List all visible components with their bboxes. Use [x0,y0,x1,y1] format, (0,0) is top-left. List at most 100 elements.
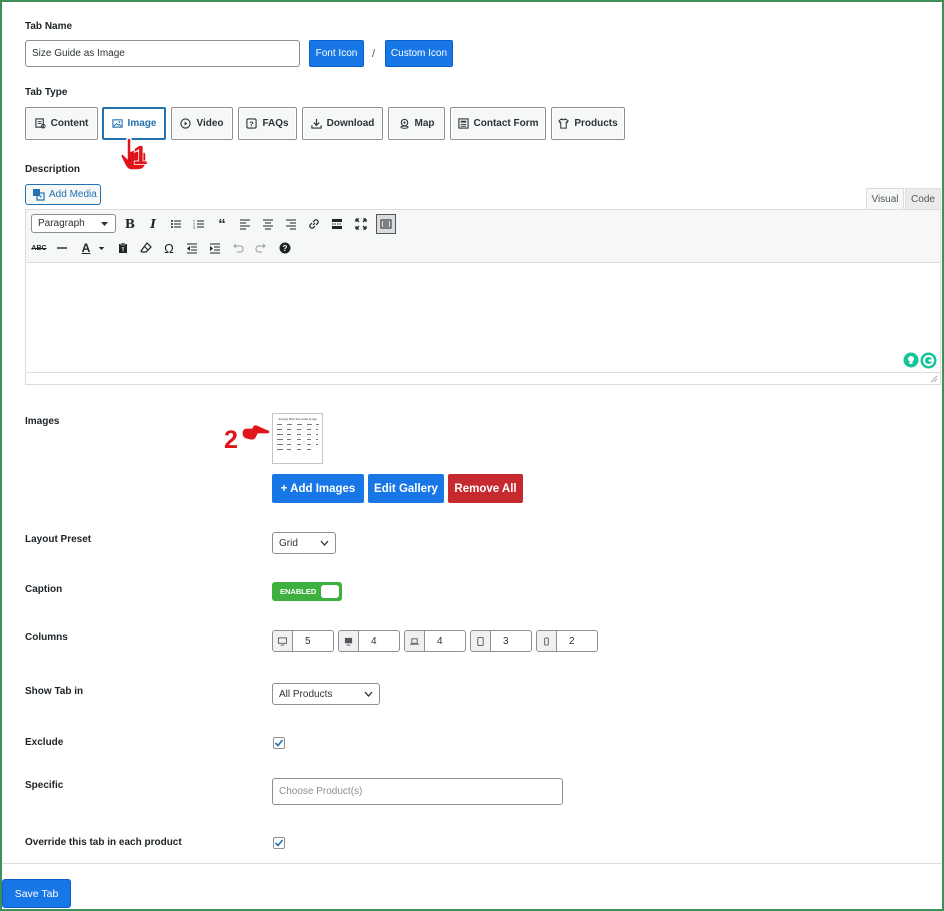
strikethrough-icon[interactable]: ABC [30,239,48,257]
caption-toggle[interactable]: ENABLED [272,582,342,601]
redo-icon[interactable] [252,239,270,257]
tab-name-label: Tab Name [25,21,73,32]
blockquote-icon[interactable]: “ [213,215,231,233]
editor-tab-visual[interactable]: Visual [866,188,904,209]
tab-type-download[interactable]: Download [302,107,383,140]
columns-desktop-value: 4 [371,635,377,647]
clear-formatting-icon[interactable] [137,239,155,257]
indent-icon[interactable] [206,239,224,257]
layout-preset-label: Layout Preset [25,534,92,545]
image-icon [111,119,123,128]
tab-type-products[interactable]: Products [551,107,625,140]
add-images-button[interactable]: + Add Images [272,474,364,503]
specific-products-input[interactable]: Choose Product(s) [272,778,563,805]
custom-icon-button[interactable]: Custom Icon [385,40,453,67]
save-tab-button[interactable]: Save Tab [2,879,71,908]
columns-label: Columns [25,632,68,643]
checkmark-icon [274,739,284,747]
add-media-button[interactable]: Add Media [25,184,101,205]
columns-desktop[interactable]: 4 [338,630,400,652]
specific-label: Specific [25,780,64,791]
special-character-icon[interactable]: Ω [160,239,178,257]
pointer-hand-2-icon [241,424,271,441]
tab-type-contact-form[interactable]: Contact Form [450,107,546,140]
tab-type-video[interactable]: Video [171,107,233,140]
add-media-label: Add Media [49,189,97,200]
columns-tablet[interactable]: 3 [470,630,532,652]
help-icon[interactable]: ? [276,239,294,257]
format-select[interactable]: Paragraph [31,214,116,233]
question-icon: ? [246,118,258,129]
undo-icon[interactable] [229,239,247,257]
numbered-list-icon[interactable]: 123 [190,215,208,233]
chevron-down-icon [364,691,373,697]
columns-laptop-value: 4 [437,635,443,647]
caption-toggle-text: ENABLED [280,587,317,596]
align-center-icon[interactable] [259,215,277,233]
tab-type-faqs[interactable]: ? FAQs [238,107,297,140]
fullscreen-icon[interactable] [352,215,370,233]
exclude-checkbox[interactable] [273,737,285,749]
svg-text:3: 3 [193,226,195,230]
play-icon [180,118,192,129]
toolbar-toggle-icon[interactable] [376,214,396,234]
add-media-icon [33,189,45,201]
font-icon-button[interactable]: Font Icon [309,40,364,67]
tab-type-contact-form-label: Contact Form [473,118,539,129]
grammarly-icon[interactable] [920,352,937,369]
read-more-icon[interactable] [328,215,346,233]
remove-all-button[interactable]: Remove All [448,474,523,503]
laptop-icon [405,631,425,651]
annotation-step-2: 2 [223,425,238,455]
columns-large-desktop-value: 5 [305,635,311,647]
align-right-icon[interactable] [282,215,300,233]
svg-text:?: ? [283,244,288,253]
tab-type-download-label: Download [326,118,375,129]
images-label: Images [25,416,60,427]
form-icon [457,118,469,129]
columns-mobile[interactable]: 2 [536,630,598,652]
editor-body[interactable] [26,264,940,372]
image-thumbnail[interactable]: Jumping Shoe Size Guide by Age [272,413,323,464]
horizontal-line-icon[interactable] [53,239,71,257]
shirt-icon [558,118,570,129]
show-tab-in-label: Show Tab in [25,686,84,697]
download-icon [310,118,322,129]
tab-type-image[interactable]: Image [102,107,166,140]
format-select-value: Paragraph [38,218,85,229]
thumbnail-table-graphic [276,424,320,450]
icon-separator: / [372,48,376,60]
bullet-list-icon[interactable] [167,215,185,233]
paste-text-icon[interactable]: T [114,239,132,257]
resize-handle-icon[interactable] [930,375,938,383]
map-pin-icon [399,118,409,129]
override-checkbox[interactable] [273,837,285,849]
editor-tab-code[interactable]: Code [905,188,941,209]
show-tab-in-select[interactable]: All Products [272,683,380,705]
checkmark-icon [274,839,284,847]
align-left-icon[interactable] [236,215,254,233]
grammarly-bulb-icon[interactable] [903,352,919,368]
large-desktop-icon [273,631,293,651]
columns-large-desktop[interactable]: 5 [272,630,334,652]
outdent-icon[interactable] [183,239,201,257]
text-color-dropdown-icon[interactable] [95,239,107,257]
tab-type-products-label: Products [574,118,618,129]
columns-laptop[interactable]: 4 [404,630,466,652]
tab-name-input[interactable]: Size Guide as Image [25,40,300,67]
edit-gallery-button[interactable]: Edit Gallery [368,474,444,503]
tab-type-map[interactable]: Map [388,107,445,140]
italic-icon[interactable]: I [144,215,162,233]
bold-icon[interactable]: B [121,215,139,233]
thumbnail-title: Jumping Shoe Size Guide by Age [278,418,317,421]
exclude-label: Exclude [25,737,64,748]
link-icon[interactable] [305,215,323,233]
tab-type-content[interactable]: Content [25,107,98,140]
tab-type-faqs-label: FAQs [262,118,289,129]
layout-preset-select[interactable]: Grid [272,532,336,554]
svg-text:T: T [121,248,124,254]
text-color-icon[interactable]: A [77,239,95,257]
mobile-icon [537,631,557,651]
tab-type-label: Tab Type [25,87,68,98]
tab-type-content-label: Content [50,118,89,129]
